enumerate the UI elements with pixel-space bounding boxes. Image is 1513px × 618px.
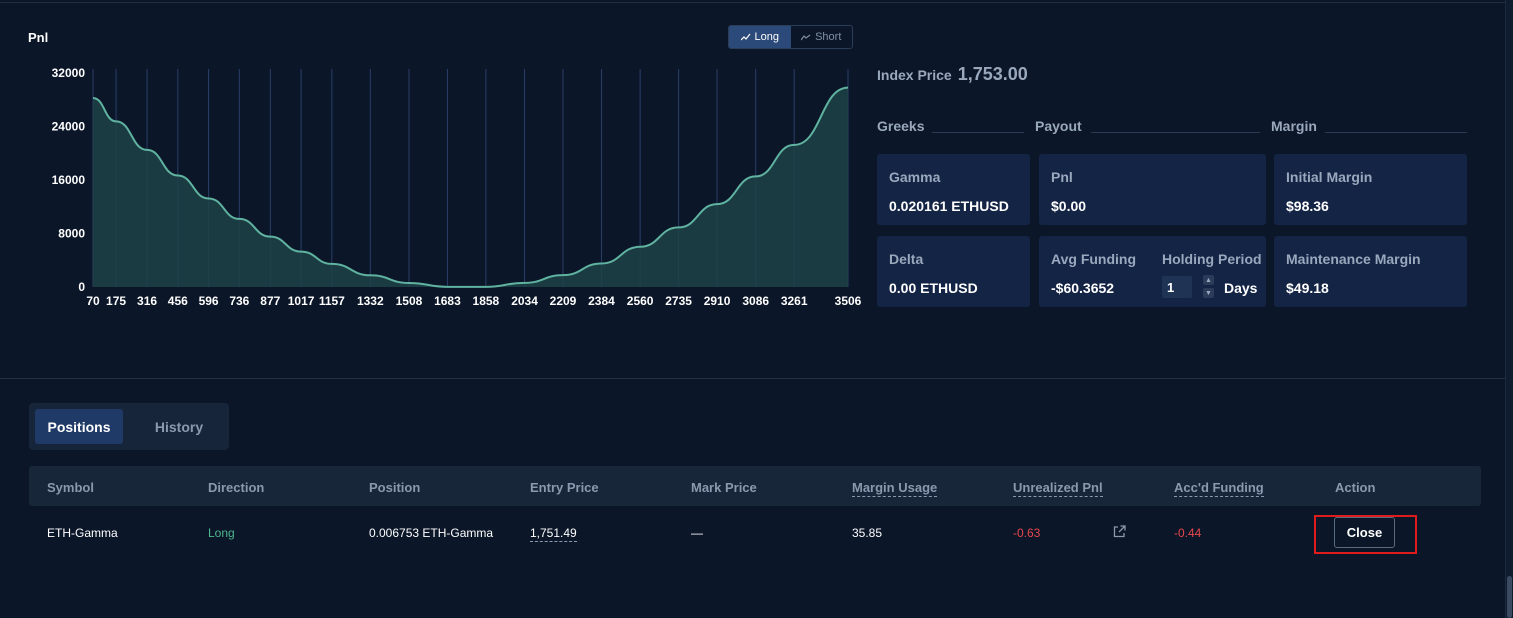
holding-period-input[interactable] <box>1162 276 1192 298</box>
x-tick-label: 736 <box>229 294 249 308</box>
y-tick-label: 8000 <box>58 227 85 241</box>
delta-value: 0.00 ETHUSD <box>889 280 978 296</box>
payout-divider <box>1091 132 1260 133</box>
maintenance-margin-label: Maintenance Margin <box>1286 251 1421 267</box>
holding-period-label: Holding Period <box>1162 251 1262 267</box>
x-tick-label: 175 <box>106 294 126 308</box>
header-direction: Direction <box>208 480 265 495</box>
greeks-heading: Greeks <box>877 118 925 134</box>
x-tick-label: 316 <box>137 294 157 308</box>
holding-period-unit: Days <box>1224 280 1258 296</box>
x-tick-label: 596 <box>199 294 219 308</box>
x-tick-label: 3086 <box>742 294 769 308</box>
x-tick-label: 1508 <box>396 294 423 308</box>
x-tick-label: 2384 <box>588 294 615 308</box>
short-toggle-button[interactable]: Short <box>791 26 853 48</box>
cell-position: 0.006753 ETH-Gamma <box>369 526 494 540</box>
x-tick-label: 1157 <box>319 294 345 308</box>
header-entry-price: Entry Price <box>530 480 599 495</box>
x-tick-label: 70 <box>86 294 100 308</box>
x-tick-label: 2034 <box>511 294 538 308</box>
gamma-value: 0.020161 ETHUSD <box>889 198 1009 214</box>
header-position: Position <box>369 480 421 495</box>
margin-heading: Margin <box>1271 118 1317 134</box>
x-tick-label: 456 <box>168 294 188 308</box>
x-tick-label: 877 <box>260 294 280 308</box>
index-price-label: Index Price <box>877 67 952 83</box>
direction-toggle[interactable]: Long Short <box>728 25 853 49</box>
cell-unrealized-pnl: -0.63 <box>1013 526 1041 540</box>
header-accd-funding[interactable]: Acc'd Funding <box>1174 480 1264 497</box>
avg-funding-label: Avg Funding <box>1051 251 1137 267</box>
cell-accd-funding: -0.44 <box>1174 526 1202 540</box>
index-price: Index Price 1,753.00 <box>877 64 1028 85</box>
x-tick-label: 2910 <box>704 294 731 308</box>
x-tick-label: 1858 <box>473 294 500 308</box>
gamma-card: Gamma 0.020161 ETHUSD <box>877 154 1030 225</box>
positions-tabs: Positions History <box>29 403 229 450</box>
increment-button[interactable]: ▲ <box>1203 275 1214 285</box>
cell-entry-price[interactable]: 1,751.49 <box>530 526 577 542</box>
long-toggle-label: Long <box>754 31 779 43</box>
y-tick-label: 24000 <box>52 120 86 134</box>
y-tick-label: 16000 <box>52 173 86 187</box>
x-tick-label: 1017 <box>288 294 315 308</box>
decrement-button[interactable]: ▼ <box>1203 288 1214 298</box>
chevron-up-icon: ▲ <box>1205 276 1212 284</box>
long-toggle-button[interactable]: Long <box>729 26 791 48</box>
trend-up-icon <box>740 33 750 41</box>
pnl-area <box>93 87 848 287</box>
table-header: Symbol Direction Position Entry Price Ma… <box>29 466 1481 506</box>
initial-margin-value: $98.36 <box>1286 198 1329 214</box>
initial-margin-card: Initial Margin $98.36 <box>1274 154 1467 225</box>
x-tick-label: 2560 <box>627 294 654 308</box>
x-tick-label: 1683 <box>434 294 461 308</box>
cell-margin-usage: 35.85 <box>852 526 883 540</box>
margin-divider <box>1325 132 1467 133</box>
delta-card: Delta 0.00 ETHUSD <box>877 236 1030 307</box>
header-action: Action <box>1335 480 1376 495</box>
share-icon[interactable] <box>1112 524 1127 539</box>
pnl-value: $0.00 <box>1051 198 1087 214</box>
cell-direction: Long <box>208 526 235 540</box>
index-price-value: 1,753.00 <box>957 64 1028 84</box>
y-tick-label: 32000 <box>52 66 86 80</box>
chevron-down-icon: ▼ <box>1205 289 1212 297</box>
pnl-chart: 0 8000 16000 24000 32000 70 175 316 456 596 736 877… <box>52 66 862 308</box>
cell-mark-price: — <box>691 526 703 540</box>
x-tick-label: 2735 <box>665 294 692 308</box>
x-tick-label: 2209 <box>550 294 577 308</box>
avg-funding-value: -$60.3652 <box>1051 280 1115 296</box>
maintenance-margin-card: Maintenance Margin $49.18 <box>1274 236 1467 307</box>
x-tick-label: 1332 <box>357 294 384 308</box>
x-tick-label: 3506 <box>835 294 862 308</box>
payout-heading: Payout <box>1035 118 1082 134</box>
initial-margin-label: Initial Margin <box>1286 169 1373 185</box>
pnl-label: Pnl <box>1051 169 1073 185</box>
tab-positions[interactable]: Positions <box>35 409 123 444</box>
trend-down-icon <box>801 34 811 41</box>
maintenance-margin-value: $49.18 <box>1286 280 1329 296</box>
y-tick-label: 0 <box>78 280 85 294</box>
header-margin-usage[interactable]: Margin Usage <box>852 480 938 497</box>
scrollbar-thumb[interactable] <box>1507 576 1512 618</box>
tab-history[interactable]: History <box>133 409 225 444</box>
close-position-button[interactable]: Close <box>1334 517 1395 548</box>
section-divider <box>0 378 1505 379</box>
x-tick-label: 3261 <box>781 294 808 308</box>
short-toggle-label: Short <box>815 31 842 43</box>
pnl-card: Pnl $0.00 <box>1039 154 1266 225</box>
page-scrollbar[interactable] <box>1505 0 1513 618</box>
chart-title: Pnl <box>28 30 49 45</box>
top-divider <box>0 2 1505 3</box>
header-symbol: Symbol <box>47 480 94 495</box>
gamma-label: Gamma <box>889 169 941 185</box>
greeks-divider <box>932 132 1024 133</box>
delta-label: Delta <box>889 251 924 267</box>
funding-card: Avg Funding -$60.3652 Holding Period ▲ ▼… <box>1039 236 1266 307</box>
cell-symbol: ETH-Gamma <box>47 526 118 540</box>
header-unrealized-pnl[interactable]: Unrealized Pnl <box>1013 480 1103 497</box>
header-mark-price: Mark Price <box>691 480 757 495</box>
